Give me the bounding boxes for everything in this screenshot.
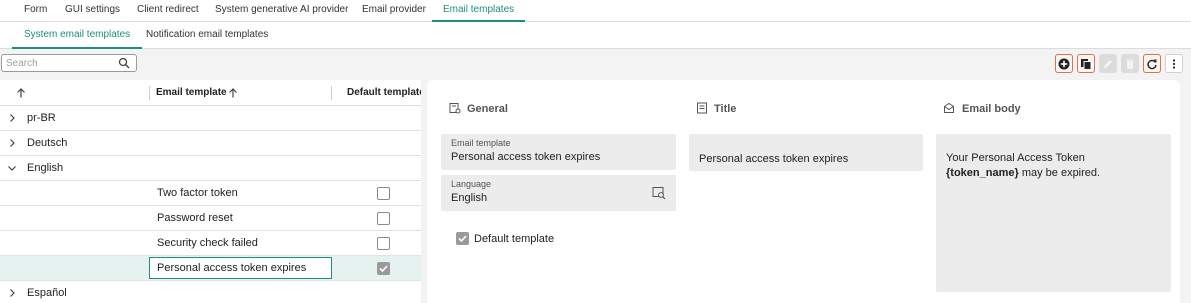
column-separator — [331, 86, 332, 100]
chevron-right-icon[interactable] — [7, 113, 17, 123]
column-separator — [149, 86, 150, 100]
email-template-field[interactable]: Email template Personal access token exp… — [441, 134, 676, 170]
default-checkbox[interactable] — [377, 212, 390, 225]
more-button[interactable] — [1165, 54, 1183, 73]
top-tab-bar: Form GUI settings Client redirect System… — [0, 0, 1191, 22]
email-body-line: {token_name} may be expired. — [946, 166, 1161, 181]
add-button[interactable] — [1055, 54, 1073, 73]
edit-button[interactable] — [1099, 54, 1117, 73]
group-label: Deutsch — [27, 137, 68, 149]
add-icon — [1058, 58, 1070, 69]
title-icon — [697, 102, 707, 114]
default-checkbox-checked[interactable] — [377, 262, 390, 275]
group-row-pr-br[interactable]: pr-BR — [0, 106, 421, 131]
table-row-selected[interactable]: Personal access token expires — [0, 256, 421, 281]
copy-icon — [1081, 58, 1092, 70]
table-row[interactable]: Security check failed — [0, 231, 421, 256]
email-body-icon — [944, 102, 954, 113]
sub-tab-bar: System email templates Notification emai… — [0, 22, 1191, 49]
email-template-value: Personal access token expires — [451, 151, 601, 163]
email-template-label: Email template — [451, 138, 511, 148]
chevron-right-icon[interactable] — [7, 288, 17, 298]
general-settings-icon — [449, 103, 461, 114]
sort-arrow-up-icon[interactable] — [16, 88, 26, 98]
column-header-default-template[interactable]: Default template — [347, 80, 425, 106]
tab-client-redirect[interactable]: Client redirect — [126, 0, 210, 22]
delete-button[interactable] — [1121, 54, 1139, 73]
title-value: Personal access token expires — [699, 153, 849, 165]
search-input[interactable] — [2, 55, 112, 71]
templates-grid: Email template Default template pr-BR De… — [0, 80, 425, 303]
tab-email-templates[interactable]: Email templates — [432, 0, 526, 22]
section-title-title: Title — [714, 103, 737, 115]
sort-ascending-icon[interactable] — [228, 88, 238, 98]
checkmark-icon — [458, 235, 467, 243]
copy-button[interactable] — [1077, 54, 1095, 73]
email-body-editor[interactable]: Your Personal Access Token {token_name} … — [936, 134, 1171, 292]
template-detail-panel: General Email template Personal access t… — [427, 80, 1180, 303]
title-field[interactable]: Personal access token expires — [689, 134, 923, 171]
checkmark-icon — [379, 265, 388, 273]
language-value: English — [451, 192, 488, 204]
section-title-email-body: Email body — [962, 103, 1021, 115]
tab-notification-email-templates[interactable]: Notification email templates — [134, 22, 280, 49]
default-checkbox[interactable] — [377, 237, 390, 250]
table-row[interactable]: Two factor token — [0, 181, 421, 206]
refresh-button[interactable] — [1143, 54, 1161, 73]
column-header-email-template[interactable]: Email template — [156, 80, 227, 106]
tab-form[interactable]: Form — [13, 0, 58, 22]
section-title-general: General — [467, 103, 508, 115]
template-name-cell-editor[interactable]: Personal access token expires — [149, 257, 332, 279]
table-row[interactable]: Password reset — [0, 206, 421, 231]
tab-gui-settings[interactable]: GUI settings — [54, 0, 131, 22]
language-field[interactable]: Language English — [441, 175, 676, 211]
tab-system-email-templates[interactable]: System email templates — [12, 22, 143, 49]
group-label: Español — [27, 287, 67, 299]
grid-header: Email template Default template — [0, 80, 425, 106]
group-row-espanol[interactable]: Español — [0, 281, 421, 303]
template-name: Password reset — [157, 212, 233, 224]
search-icon[interactable] — [118, 57, 130, 69]
edit-icon — [1104, 59, 1112, 68]
chevron-right-icon[interactable] — [7, 138, 17, 148]
tab-system-generative-ai-provider[interactable]: System generative AI provider — [204, 0, 359, 22]
template-name: Security check failed — [157, 237, 258, 249]
refresh-icon — [1147, 59, 1157, 69]
group-label: pr-BR — [27, 112, 56, 124]
more-icon — [1172, 58, 1176, 69]
template-name: Two factor token — [157, 187, 238, 199]
toolbar — [1055, 54, 1187, 73]
default-template-checkbox[interactable] — [456, 232, 469, 245]
email-body-text: may be expired. — [1018, 167, 1101, 179]
email-body-line: Your Personal Access Token — [946, 152, 1085, 164]
token-placeholder: {token_name} — [946, 167, 1019, 179]
group-row-english[interactable]: English — [0, 156, 421, 181]
tab-email-provider[interactable]: Email provider — [351, 0, 437, 22]
language-label: Language — [451, 179, 492, 189]
default-template-label: Default template — [474, 233, 555, 245]
delete-icon — [1126, 59, 1134, 69]
search-box — [1, 54, 137, 72]
default-checkbox[interactable] — [377, 187, 390, 200]
lookup-icon[interactable] — [652, 186, 666, 200]
chevron-down-icon[interactable] — [7, 163, 17, 173]
group-label: English — [27, 162, 64, 174]
group-row-deutsch[interactable]: Deutsch — [0, 131, 421, 156]
